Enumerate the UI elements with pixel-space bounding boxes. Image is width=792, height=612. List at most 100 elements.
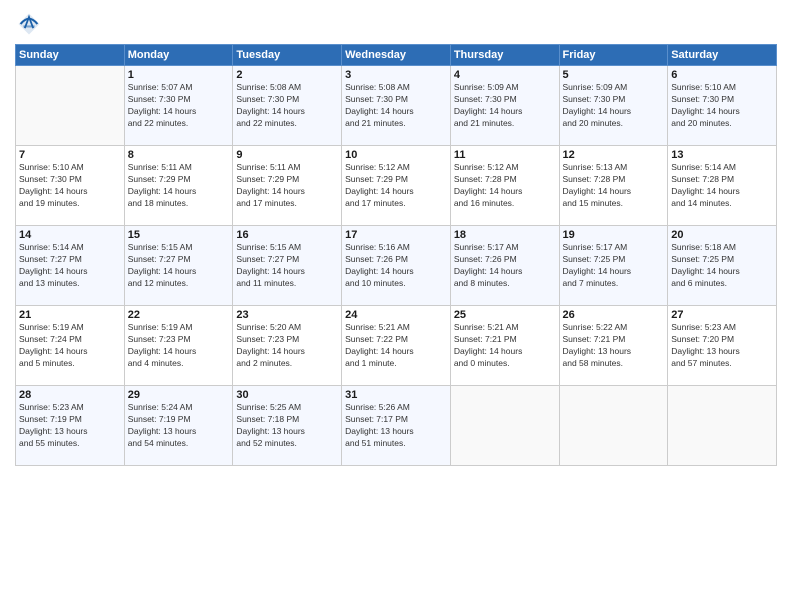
day-info: Sunrise: 5:13 AM Sunset: 7:28 PM Dayligh… <box>563 162 665 210</box>
header <box>15 10 777 38</box>
calendar-cell: 8Sunrise: 5:11 AM Sunset: 7:29 PM Daylig… <box>124 146 233 226</box>
week-row-3: 14Sunrise: 5:14 AM Sunset: 7:27 PM Dayli… <box>16 226 777 306</box>
day-number: 29 <box>128 389 230 401</box>
calendar-cell: 18Sunrise: 5:17 AM Sunset: 7:26 PM Dayli… <box>450 226 559 306</box>
calendar-cell: 23Sunrise: 5:20 AM Sunset: 7:23 PM Dayli… <box>233 306 342 386</box>
day-info: Sunrise: 5:09 AM Sunset: 7:30 PM Dayligh… <box>454 82 556 130</box>
day-number: 4 <box>454 69 556 81</box>
logo <box>15 10 47 38</box>
day-number: 14 <box>19 229 121 241</box>
day-info: Sunrise: 5:19 AM Sunset: 7:23 PM Dayligh… <box>128 322 230 370</box>
week-row-5: 28Sunrise: 5:23 AM Sunset: 7:19 PM Dayli… <box>16 386 777 466</box>
calendar-cell: 6Sunrise: 5:10 AM Sunset: 7:30 PM Daylig… <box>668 66 777 146</box>
calendar-table: SundayMondayTuesdayWednesdayThursdayFrid… <box>15 44 777 466</box>
day-info: Sunrise: 5:16 AM Sunset: 7:26 PM Dayligh… <box>345 242 447 290</box>
day-number: 27 <box>671 309 773 321</box>
day-info: Sunrise: 5:23 AM Sunset: 7:19 PM Dayligh… <box>19 402 121 450</box>
day-info: Sunrise: 5:26 AM Sunset: 7:17 PM Dayligh… <box>345 402 447 450</box>
day-number: 15 <box>128 229 230 241</box>
day-number: 10 <box>345 149 447 161</box>
day-number: 25 <box>454 309 556 321</box>
day-info: Sunrise: 5:10 AM Sunset: 7:30 PM Dayligh… <box>671 82 773 130</box>
week-row-2: 7Sunrise: 5:10 AM Sunset: 7:30 PM Daylig… <box>16 146 777 226</box>
weekday-header-thursday: Thursday <box>450 45 559 66</box>
calendar-cell: 24Sunrise: 5:21 AM Sunset: 7:22 PM Dayli… <box>342 306 451 386</box>
day-number: 20 <box>671 229 773 241</box>
day-info: Sunrise: 5:14 AM Sunset: 7:27 PM Dayligh… <box>19 242 121 290</box>
calendar-cell: 2Sunrise: 5:08 AM Sunset: 7:30 PM Daylig… <box>233 66 342 146</box>
calendar-cell: 12Sunrise: 5:13 AM Sunset: 7:28 PM Dayli… <box>559 146 668 226</box>
day-number: 2 <box>236 69 338 81</box>
day-info: Sunrise: 5:19 AM Sunset: 7:24 PM Dayligh… <box>19 322 121 370</box>
calendar-cell: 21Sunrise: 5:19 AM Sunset: 7:24 PM Dayli… <box>16 306 125 386</box>
day-number: 18 <box>454 229 556 241</box>
day-number: 3 <box>345 69 447 81</box>
day-number: 7 <box>19 149 121 161</box>
calendar-cell: 20Sunrise: 5:18 AM Sunset: 7:25 PM Dayli… <box>668 226 777 306</box>
day-number: 5 <box>563 69 665 81</box>
day-info: Sunrise: 5:11 AM Sunset: 7:29 PM Dayligh… <box>236 162 338 210</box>
day-number: 13 <box>671 149 773 161</box>
calendar-cell: 11Sunrise: 5:12 AM Sunset: 7:28 PM Dayli… <box>450 146 559 226</box>
weekday-header-sunday: Sunday <box>16 45 125 66</box>
day-number: 17 <box>345 229 447 241</box>
calendar-cell: 4Sunrise: 5:09 AM Sunset: 7:30 PM Daylig… <box>450 66 559 146</box>
calendar-cell: 3Sunrise: 5:08 AM Sunset: 7:30 PM Daylig… <box>342 66 451 146</box>
day-number: 19 <box>563 229 665 241</box>
day-number: 16 <box>236 229 338 241</box>
day-info: Sunrise: 5:08 AM Sunset: 7:30 PM Dayligh… <box>345 82 447 130</box>
weekday-row: SundayMondayTuesdayWednesdayThursdayFrid… <box>16 45 777 66</box>
calendar-cell: 10Sunrise: 5:12 AM Sunset: 7:29 PM Dayli… <box>342 146 451 226</box>
calendar-cell: 7Sunrise: 5:10 AM Sunset: 7:30 PM Daylig… <box>16 146 125 226</box>
day-number: 21 <box>19 309 121 321</box>
calendar-cell: 28Sunrise: 5:23 AM Sunset: 7:19 PM Dayli… <box>16 386 125 466</box>
day-info: Sunrise: 5:15 AM Sunset: 7:27 PM Dayligh… <box>236 242 338 290</box>
weekday-header-tuesday: Tuesday <box>233 45 342 66</box>
calendar-body: 1Sunrise: 5:07 AM Sunset: 7:30 PM Daylig… <box>16 66 777 466</box>
calendar-cell <box>668 386 777 466</box>
day-number: 9 <box>236 149 338 161</box>
day-number: 30 <box>236 389 338 401</box>
calendar-header: SundayMondayTuesdayWednesdayThursdayFrid… <box>16 45 777 66</box>
logo-icon <box>15 10 43 38</box>
weekday-header-wednesday: Wednesday <box>342 45 451 66</box>
week-row-4: 21Sunrise: 5:19 AM Sunset: 7:24 PM Dayli… <box>16 306 777 386</box>
day-info: Sunrise: 5:12 AM Sunset: 7:28 PM Dayligh… <box>454 162 556 210</box>
weekday-header-saturday: Saturday <box>668 45 777 66</box>
calendar-cell: 14Sunrise: 5:14 AM Sunset: 7:27 PM Dayli… <box>16 226 125 306</box>
day-number: 24 <box>345 309 447 321</box>
week-row-1: 1Sunrise: 5:07 AM Sunset: 7:30 PM Daylig… <box>16 66 777 146</box>
day-info: Sunrise: 5:08 AM Sunset: 7:30 PM Dayligh… <box>236 82 338 130</box>
weekday-header-monday: Monday <box>124 45 233 66</box>
day-info: Sunrise: 5:24 AM Sunset: 7:19 PM Dayligh… <box>128 402 230 450</box>
day-info: Sunrise: 5:21 AM Sunset: 7:21 PM Dayligh… <box>454 322 556 370</box>
day-info: Sunrise: 5:25 AM Sunset: 7:18 PM Dayligh… <box>236 402 338 450</box>
calendar-cell <box>16 66 125 146</box>
day-info: Sunrise: 5:18 AM Sunset: 7:25 PM Dayligh… <box>671 242 773 290</box>
day-number: 26 <box>563 309 665 321</box>
day-info: Sunrise: 5:07 AM Sunset: 7:30 PM Dayligh… <box>128 82 230 130</box>
day-number: 28 <box>19 389 121 401</box>
calendar-cell <box>559 386 668 466</box>
day-number: 23 <box>236 309 338 321</box>
day-info: Sunrise: 5:14 AM Sunset: 7:28 PM Dayligh… <box>671 162 773 210</box>
day-number: 31 <box>345 389 447 401</box>
calendar-cell: 29Sunrise: 5:24 AM Sunset: 7:19 PM Dayli… <box>124 386 233 466</box>
calendar-cell: 26Sunrise: 5:22 AM Sunset: 7:21 PM Dayli… <box>559 306 668 386</box>
day-number: 11 <box>454 149 556 161</box>
day-info: Sunrise: 5:12 AM Sunset: 7:29 PM Dayligh… <box>345 162 447 210</box>
calendar-cell: 25Sunrise: 5:21 AM Sunset: 7:21 PM Dayli… <box>450 306 559 386</box>
day-info: Sunrise: 5:15 AM Sunset: 7:27 PM Dayligh… <box>128 242 230 290</box>
calendar-cell: 31Sunrise: 5:26 AM Sunset: 7:17 PM Dayli… <box>342 386 451 466</box>
calendar-cell: 9Sunrise: 5:11 AM Sunset: 7:29 PM Daylig… <box>233 146 342 226</box>
calendar-cell <box>450 386 559 466</box>
day-info: Sunrise: 5:23 AM Sunset: 7:20 PM Dayligh… <box>671 322 773 370</box>
day-info: Sunrise: 5:22 AM Sunset: 7:21 PM Dayligh… <box>563 322 665 370</box>
day-info: Sunrise: 5:10 AM Sunset: 7:30 PM Dayligh… <box>19 162 121 210</box>
day-info: Sunrise: 5:17 AM Sunset: 7:26 PM Dayligh… <box>454 242 556 290</box>
day-info: Sunrise: 5:20 AM Sunset: 7:23 PM Dayligh… <box>236 322 338 370</box>
day-number: 6 <box>671 69 773 81</box>
day-number: 8 <box>128 149 230 161</box>
calendar-cell: 17Sunrise: 5:16 AM Sunset: 7:26 PM Dayli… <box>342 226 451 306</box>
weekday-header-friday: Friday <box>559 45 668 66</box>
